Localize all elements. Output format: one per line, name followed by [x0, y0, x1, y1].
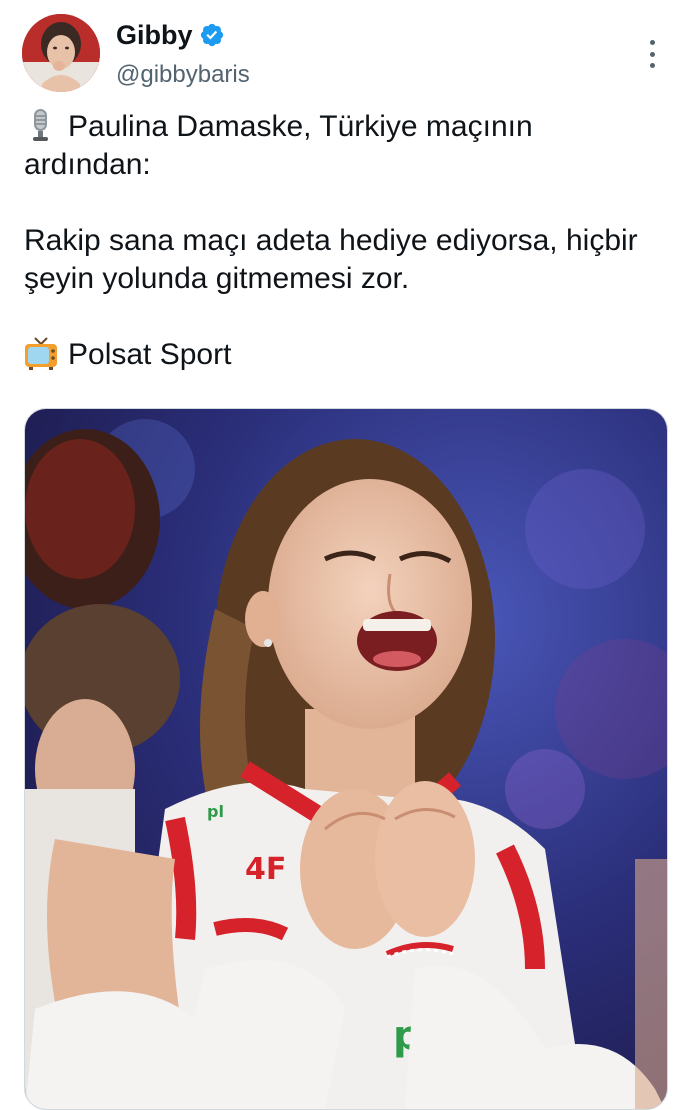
tweet-line-1-text: Paulina Damaske, Türkiye maçının ardında… — [24, 110, 533, 181]
avatar-image — [22, 14, 100, 92]
author-name-row: Gibby — [116, 18, 225, 52]
more-dot-icon — [649, 40, 655, 45]
author-display-name[interactable]: Gibby — [116, 18, 193, 52]
television-icon — [24, 336, 58, 370]
tweet-line-3-text: Polsat Sport — [68, 338, 232, 371]
jersey-brand-logo: pl — [207, 802, 224, 821]
tweet-photo[interactable]: 4F pl p — [24, 408, 668, 1110]
tweet[interactable]: Gibby @gibbybaris Paulina Damaske, Türki… — [0, 0, 690, 1110]
microphone-icon — [24, 108, 58, 142]
more-options-button[interactable] — [642, 40, 662, 68]
author-avatar[interactable] — [22, 14, 100, 92]
more-dot-icon — [649, 51, 655, 57]
jersey-sponsor-logo: 4F — [245, 852, 286, 887]
author-handle[interactable]: @gibbybaris — [116, 60, 250, 90]
tweet-text: Paulina Damaske, Türkiye maçının ardında… — [24, 108, 664, 374]
more-dot-icon — [649, 63, 655, 68]
verified-badge-icon — [199, 22, 225, 48]
volleyball-player-photo: 4F pl p — [25, 409, 667, 1109]
tweet-line-1: Paulina Damaske, Türkiye maçının ardında… — [24, 108, 664, 184]
tweet-line-3: Polsat Sport — [24, 336, 664, 374]
tweet-line-2: Rakip sana maçı adeta hediye ediyorsa, h… — [24, 224, 638, 295]
